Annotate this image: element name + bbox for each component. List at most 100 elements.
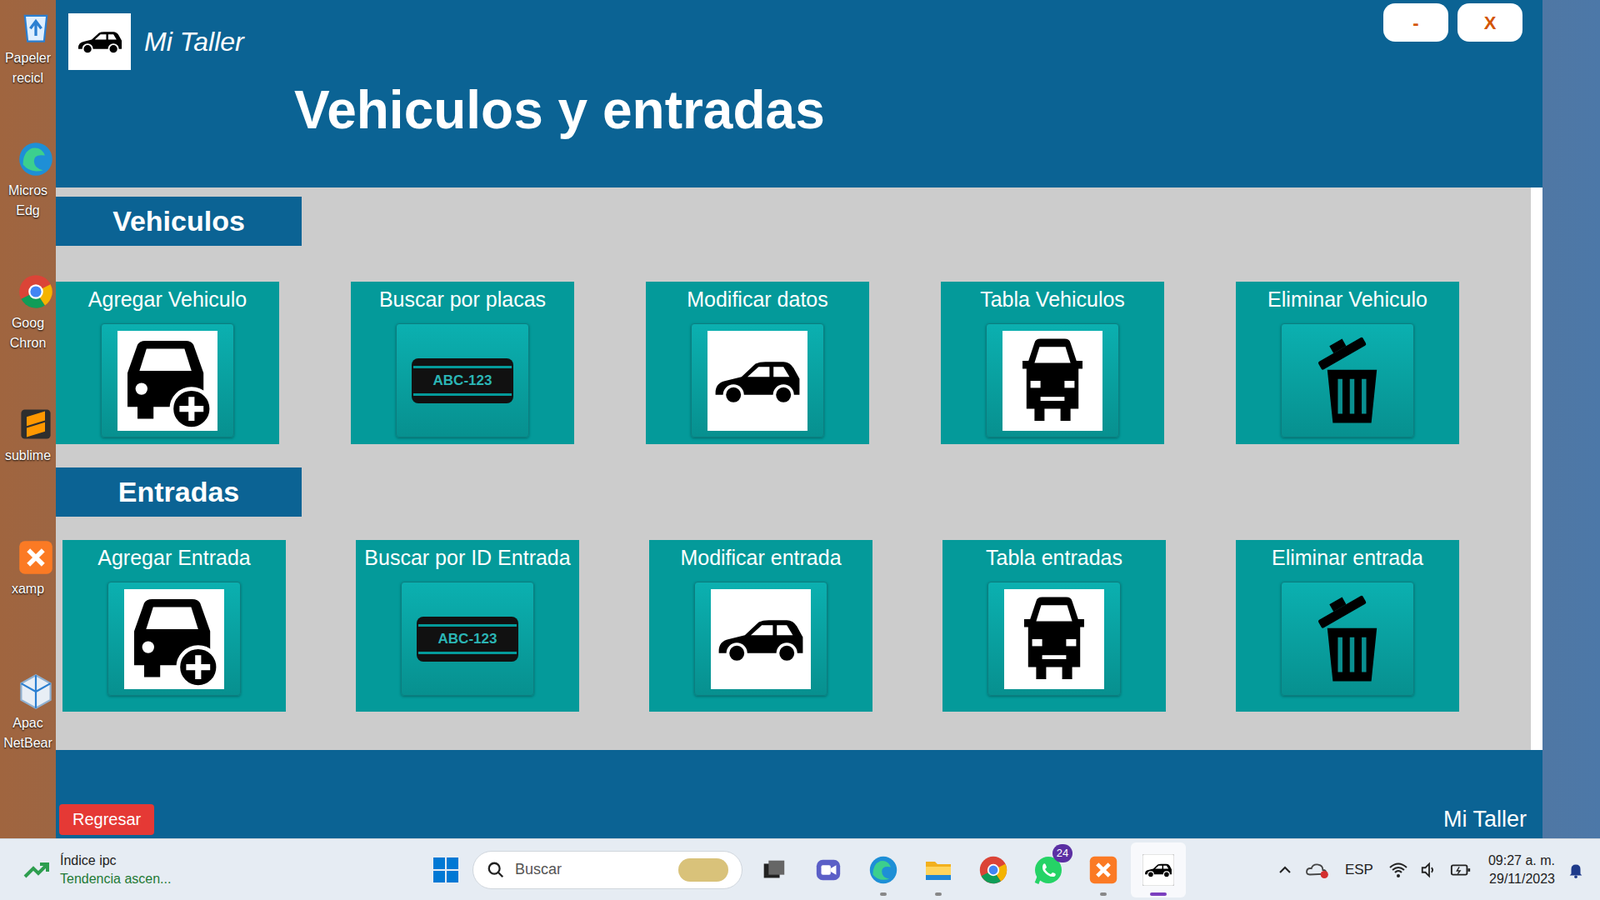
system-tray: ESP 09:27 a. m.29/11/2023 [1276,851,1600,889]
clock-date: 29/11/2023 [1489,870,1555,889]
taskbar-app[interactable] [910,842,966,898]
widget-title: Índice ipc [60,851,171,870]
menu-card[interactable]: Modificar datos [645,281,870,445]
windows-start-icon[interactable] [429,853,463,887]
taskbar-search[interactable]: Buscar [472,850,743,890]
desktop-icon-label-line: sublime [5,445,51,466]
menu-card[interactable]: Tabla entradas [942,540,1166,712]
chat-icon [814,855,843,885]
taskbar-apps: 24 [745,842,1186,898]
desktop-icon-label-line: recicl [12,68,44,89]
volume-icon[interactable] [1420,860,1439,880]
desktop-icon-label-line: Edg [15,200,40,221]
desktop-icon-label: Papelerrecicl [0,48,56,89]
menu-card[interactable]: Eliminar Vehiculo [1235,281,1460,445]
taskbar: Índice ipcTendencia ascen... Buscar 24 ESP 0… [0,838,1600,900]
desktop-icon-label-line: Chron [10,333,47,354]
card-label: Agregar Vehiculo [88,285,247,314]
card-button[interactable] [690,323,825,438]
menu-card[interactable]: Buscar por placas ABC-123 [350,281,575,445]
wifi-icon[interactable] [1388,860,1409,880]
trash-icon [1301,593,1394,685]
card-button[interactable] [107,581,241,696]
xampp-icon [17,539,55,576]
footer: RegresarMi Taller [55,750,1543,839]
menu-card[interactable]: Agregar Entrada [62,540,286,712]
desktop-icon[interactable]: Papelerrecicl [0,8,56,89]
running-indicator [880,892,887,896]
car-side-icon [710,589,811,690]
widget-text: Índice ipcTendencia ascen... [60,851,171,889]
card-button[interactable] [100,323,235,438]
desktop-icon-label-line: Apac [12,713,43,734]
sublime-icon [17,405,55,443]
back-button[interactable]: Regresar [59,804,155,835]
card-button[interactable]: ABC-123 [400,581,535,696]
notification-bell-icon[interactable] [1566,860,1585,880]
news-widget[interactable]: Índice ipcTendencia ascen... [0,851,430,889]
taller-icon [1142,854,1175,886]
card-row: Agregar Entrada Buscar por ID Entrada ABC-… [55,540,1531,712]
desktop-icon-label-line: NetBear [3,733,53,754]
card-label: Buscar por ID Entrada [364,543,570,572]
desktop-icon-label: GoogChron [0,313,56,354]
taskbar-app[interactable] [1130,842,1186,898]
card-label: Buscar por placas [379,285,546,314]
taskbar-app[interactable]: 24 [1020,842,1076,898]
card-button[interactable] [694,581,828,696]
netbeans-icon [17,673,55,710]
desktop-icon-label-line: Micros [8,180,48,201]
taskbar-app[interactable] [745,842,801,898]
desktop-icon[interactable]: sublime [0,405,56,466]
card-button[interactable] [1280,581,1415,696]
car-front-icon [1004,589,1105,690]
menu-card[interactable]: Tabla Vehiculos [940,281,1165,445]
card-button[interactable] [1280,323,1415,438]
card-button[interactable] [987,581,1121,696]
plate-stripe [418,624,517,627]
license-plate-icon: ABC-123 [411,358,514,404]
card-button[interactable] [985,323,1120,438]
minimize-button[interactable]: - [1383,3,1449,42]
battery-icon[interactable] [1450,861,1472,879]
card-button[interactable]: ABC-123 [395,323,530,438]
clock[interactable]: 09:27 a. m.29/11/2023 [1483,851,1555,889]
car-side-icon [707,330,808,431]
desktop-icon[interactable]: GoogChron [0,273,56,354]
plate-stripe [413,393,512,396]
desktop-icon-label-line: Goog [11,313,45,334]
chevron-up-icon[interactable] [1276,861,1294,879]
menu-card[interactable]: Eliminar entrada [1235,540,1460,712]
desktop-icon-label: xamp [0,579,56,600]
taskbar-app[interactable] [965,842,1021,898]
menu-card[interactable]: Agregar Vehiculo [55,281,280,445]
edge-icon [17,140,55,178]
close-button[interactable]: X [1457,3,1523,42]
edge-icon [868,855,899,885]
plate-stripe [413,365,512,369]
taskbar-app[interactable] [855,842,911,898]
taskbar-app[interactable] [1075,842,1131,898]
logo-icon [68,13,131,70]
desktop-icon-label-line: xamp [11,579,45,600]
desktop-icon-label: ApacNetBear [0,713,56,754]
menu-card[interactable]: Modificar entrada [649,540,873,712]
plate-stripe [418,651,517,655]
desktop-icon[interactable]: MicrosEdg [0,140,56,221]
card-label: Modificar entrada [680,543,841,572]
taskbar-center: Buscar 24 [429,842,1186,898]
menu-card[interactable]: Buscar por ID Entrada ABC-123 [355,540,580,712]
title-bar: Mi Taller-X [68,13,1530,70]
search-placeholder: Buscar [515,858,562,881]
language-indicator[interactable]: ESP [1341,859,1377,881]
car-front-icon [1002,330,1103,431]
header: Mi Taller-XVehiculos y entradas [55,0,1543,188]
explorer-icon [923,855,954,885]
license-plate-icon: ABC-123 [416,616,519,662]
onedrive-error-icon[interactable] [1305,860,1330,880]
desktop-icon[interactable]: ApacNetBear [0,673,56,754]
desktop-icon[interactable]: xamp [0,539,56,600]
content: VehiculosAgregar VehiculoBuscar por plac… [55,187,1543,750]
taskbar-app[interactable] [800,842,856,898]
desktop-icon-label: MicrosEdg [0,180,56,221]
